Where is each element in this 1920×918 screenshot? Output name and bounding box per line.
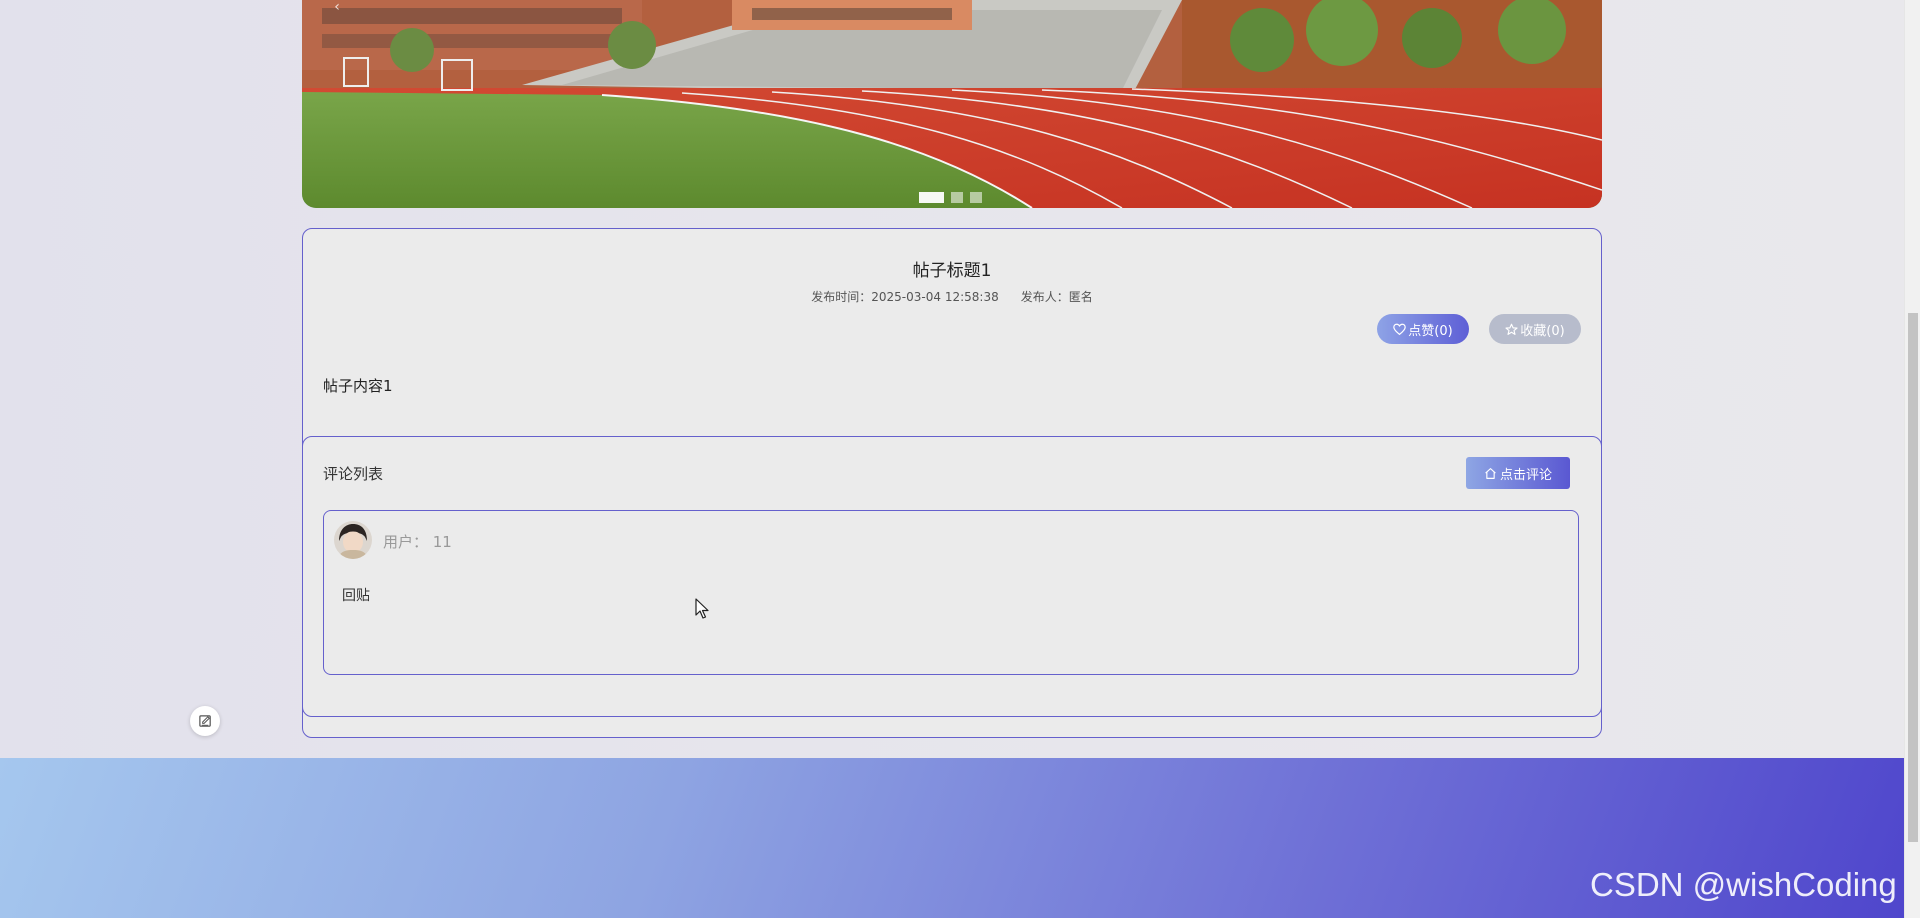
post-meta: 发布时间：2025-03-04 12:58:38 发布人：匿名: [303, 288, 1601, 305]
main-area: ‹ 帖子标题1 发布时间：2025-03-04 12:58:38 发布人：匿名 点…: [0, 0, 1904, 758]
avatar: [334, 521, 372, 559]
post-content: 帖子内容1: [323, 377, 393, 395]
comment-text: 回贴: [342, 588, 370, 604]
publish-time-label: 发布时间：: [811, 290, 872, 304]
like-label: 点赞(0): [1408, 323, 1453, 339]
home-icon: [1485, 467, 1496, 479]
banner-dot-1[interactable]: [919, 192, 944, 203]
publisher: 匿名: [1068, 290, 1093, 304]
comment-user: 用户： 11: [383, 533, 452, 551]
comment-section: 评论列表 点击评论 用户： 11 回贴: [302, 436, 1602, 717]
banner-prev-arrow-icon[interactable]: ‹: [328, 0, 346, 14]
scrollbar-thumb[interactable]: [1908, 313, 1918, 842]
page-scrollbar[interactable]: [1904, 0, 1920, 918]
favorite-button[interactable]: 收藏(0): [1489, 314, 1581, 344]
comment-list-heading: 评论列表: [323, 465, 384, 483]
add-comment-label: 点击评论: [1499, 467, 1552, 483]
banner-image: [302, 0, 1602, 208]
floating-edit-button[interactable]: [190, 706, 220, 736]
comment-item: 用户： 11 回贴: [323, 510, 1579, 675]
banner-dot-3[interactable]: [970, 192, 982, 203]
watermark: CSDN @wishCoding: [1590, 866, 1897, 903]
mouse-cursor-icon: [695, 598, 709, 619]
banner-dot-2[interactable]: [951, 192, 963, 203]
favorite-label: 收藏(0): [1520, 323, 1565, 339]
like-button[interactable]: 点赞(0): [1377, 314, 1469, 344]
post-title: 帖子标题1: [912, 261, 992, 281]
publisher-label: 发布人：: [1020, 290, 1069, 304]
page: ‹ 帖子标题1 发布时间：2025-03-04 12:58:38 发布人：匿名 点…: [0, 0, 1920, 918]
banner-dots: [919, 192, 982, 203]
edit-icon: [198, 714, 211, 727]
banner-carousel[interactable]: ‹: [302, 0, 1602, 208]
add-comment-button[interactable]: 点击评论: [1466, 457, 1570, 489]
post-card: 帖子标题1 发布时间：2025-03-04 12:58:38 发布人：匿名 点赞(…: [302, 228, 1602, 738]
publish-time: 2025-03-04 12:58:38: [871, 290, 999, 304]
heart-icon: [1393, 323, 1407, 335]
star-icon: [1505, 323, 1518, 335]
